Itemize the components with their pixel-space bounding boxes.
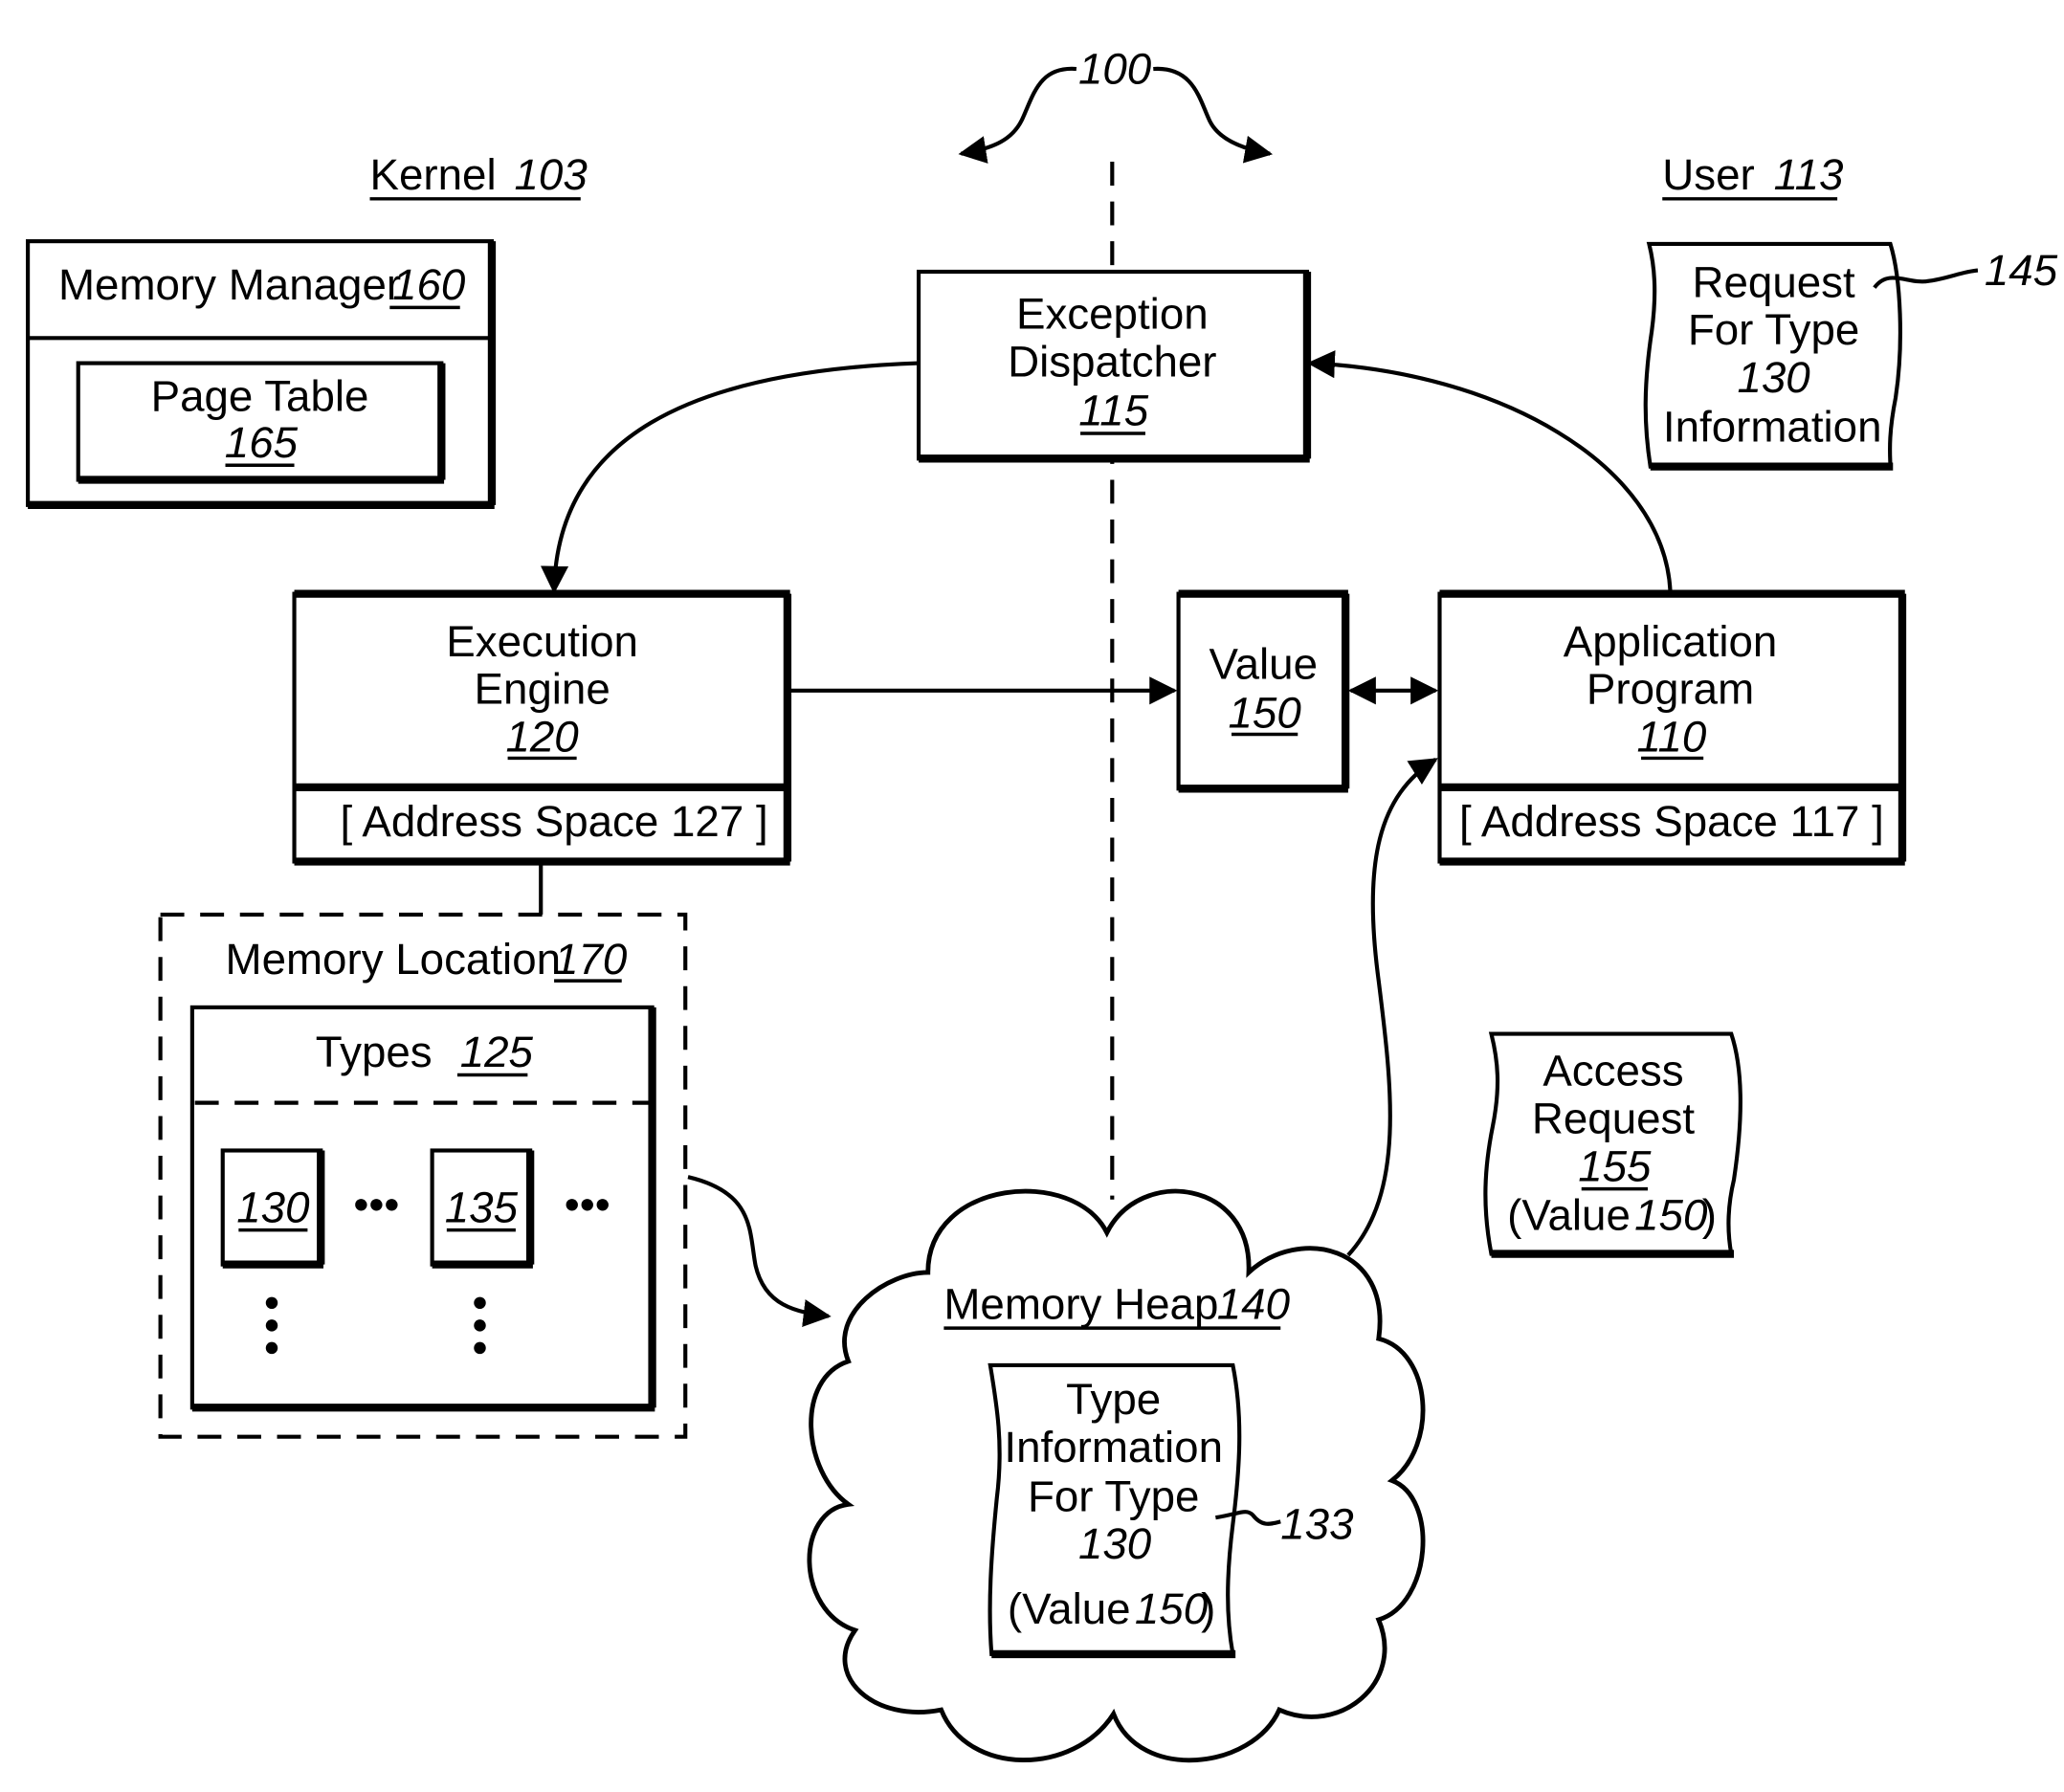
arrow-dispatcher-to-engine — [541, 361, 920, 594]
memory-manager-number: 160 — [392, 260, 466, 309]
application-program[interactable]: Application Program 110 [ Address Space … — [1437, 589, 1907, 866]
type-info-line2: Information — [1004, 1423, 1223, 1471]
application-program-number: 110 — [1636, 712, 1706, 761]
execution-engine-line2: Engine — [474, 665, 610, 714]
kernel-region-label: Kernel 103 — [369, 150, 588, 201]
type-item-135[interactable]: 135 — [430, 1148, 535, 1269]
figure-arrow-left — [958, 66, 1077, 164]
types-label: Types — [316, 1028, 433, 1076]
application-program-line1: Application — [1564, 617, 1778, 666]
access-request-value-close: ) — [1702, 1191, 1717, 1240]
execution-engine-number: 120 — [505, 712, 579, 761]
execution-engine[interactable]: Execution Engine 120 [ Address Space 127… — [292, 589, 792, 866]
access-request-line1: Access — [1542, 1047, 1683, 1095]
memory-manager-label: Memory Manager — [58, 260, 401, 309]
memory-location-number: 170 — [554, 935, 628, 984]
exception-dispatcher-line1: Exception — [1016, 290, 1209, 339]
access-request-value-number: 150 — [1634, 1191, 1708, 1240]
type-item-number: 135 — [445, 1183, 519, 1231]
page-table[interactable]: Page Table 165 — [76, 361, 446, 484]
exception-dispatcher-line2: Dispatcher — [1008, 337, 1216, 386]
request-doc-line2: For Type — [1688, 305, 1860, 354]
application-program-address-space: [ Address Space 117 ] — [1459, 797, 1884, 846]
request-doc-line3: 130 — [1737, 353, 1810, 402]
horizontal-ellipsis: ••• — [353, 1181, 399, 1229]
vertical-ellipsis — [474, 1296, 486, 1355]
memory-location-label: Memory Location — [226, 935, 562, 984]
figure-number: 100 — [1078, 44, 1152, 93]
access-request-value-label: (Value — [1507, 1191, 1631, 1240]
figure-arrow-right — [1153, 66, 1274, 164]
type-info-value-close: ) — [1201, 1584, 1215, 1633]
memory-heap-number: 140 — [1217, 1279, 1291, 1328]
request-doc-line4: Information — [1663, 402, 1882, 451]
type-info-ref: 133 — [1280, 1499, 1354, 1548]
arrow-app-to-dispatcher — [1306, 350, 1673, 591]
type-info-value-number: 150 — [1135, 1584, 1209, 1633]
value-box[interactable]: Value 150 — [1176, 589, 1350, 793]
figure-reference: 100 — [958, 44, 1274, 164]
type-info-document[interactable]: Type Information For Type 130 (Value 150… — [988, 1362, 1355, 1659]
type-info-value-label: (Value — [1008, 1584, 1131, 1633]
arrow-heap-to-app — [1346, 758, 1438, 1257]
exception-dispatcher-number: 115 — [1078, 387, 1148, 435]
type-info-line4: 130 — [1078, 1519, 1152, 1568]
memory-heap[interactable]: Memory Heap 140 Type Information For Typ… — [807, 1188, 1426, 1763]
horizontal-ellipsis: ••• — [565, 1181, 610, 1229]
vertical-ellipsis — [265, 1296, 278, 1355]
request-type-info-document[interactable]: Request For Type 130 Information 145 — [1643, 241, 2058, 471]
kernel-number: 103 — [515, 150, 588, 199]
type-item-number: 130 — [236, 1183, 310, 1231]
exception-dispatcher[interactable]: Exception Dispatcher 115 — [916, 269, 1312, 463]
request-doc-ref: 145 — [1985, 246, 2058, 295]
access-request-line2: Request — [1532, 1094, 1696, 1142]
arrow-memory-location-to-heap — [687, 1175, 832, 1327]
memory-location[interactable]: Memory Location 170 Types 125 130 ••• 13… — [158, 912, 688, 1439]
kernel-label: Kernel — [370, 150, 497, 199]
memory-heap-label: Memory Heap — [943, 1279, 1218, 1328]
access-request-number: 155 — [1578, 1141, 1652, 1190]
types-number: 125 — [460, 1028, 534, 1076]
value-label: Value — [1209, 639, 1318, 688]
page-table-number: 165 — [225, 418, 299, 467]
page-table-label: Page Table — [151, 371, 369, 420]
system-diagram: 100 Kernel 103 User 113 Memory Manager 1… — [26, 44, 2058, 1763]
type-info-line1: Type — [1066, 1375, 1161, 1424]
type-item-130[interactable]: 130 — [220, 1148, 325, 1269]
user-label: User — [1662, 150, 1754, 199]
access-request-document[interactable]: Access Request 155 (Value 150 ) — [1483, 1031, 1743, 1258]
value-number: 150 — [1228, 689, 1301, 738]
application-program-line2: Program — [1587, 665, 1754, 714]
request-doc-line1: Request — [1692, 257, 1855, 306]
execution-engine-line1: Execution — [446, 617, 638, 666]
type-info-line3: For Type — [1028, 1471, 1200, 1520]
user-region-label: User 113 — [1662, 150, 1844, 201]
memory-manager[interactable]: Memory Manager 160 Page Table 165 — [26, 239, 497, 509]
types-container[interactable]: Types 125 130 ••• 135 ••• — [189, 1005, 656, 1412]
user-number: 113 — [1774, 150, 1844, 199]
execution-engine-address-space: [ Address Space 127 ] — [340, 797, 767, 846]
